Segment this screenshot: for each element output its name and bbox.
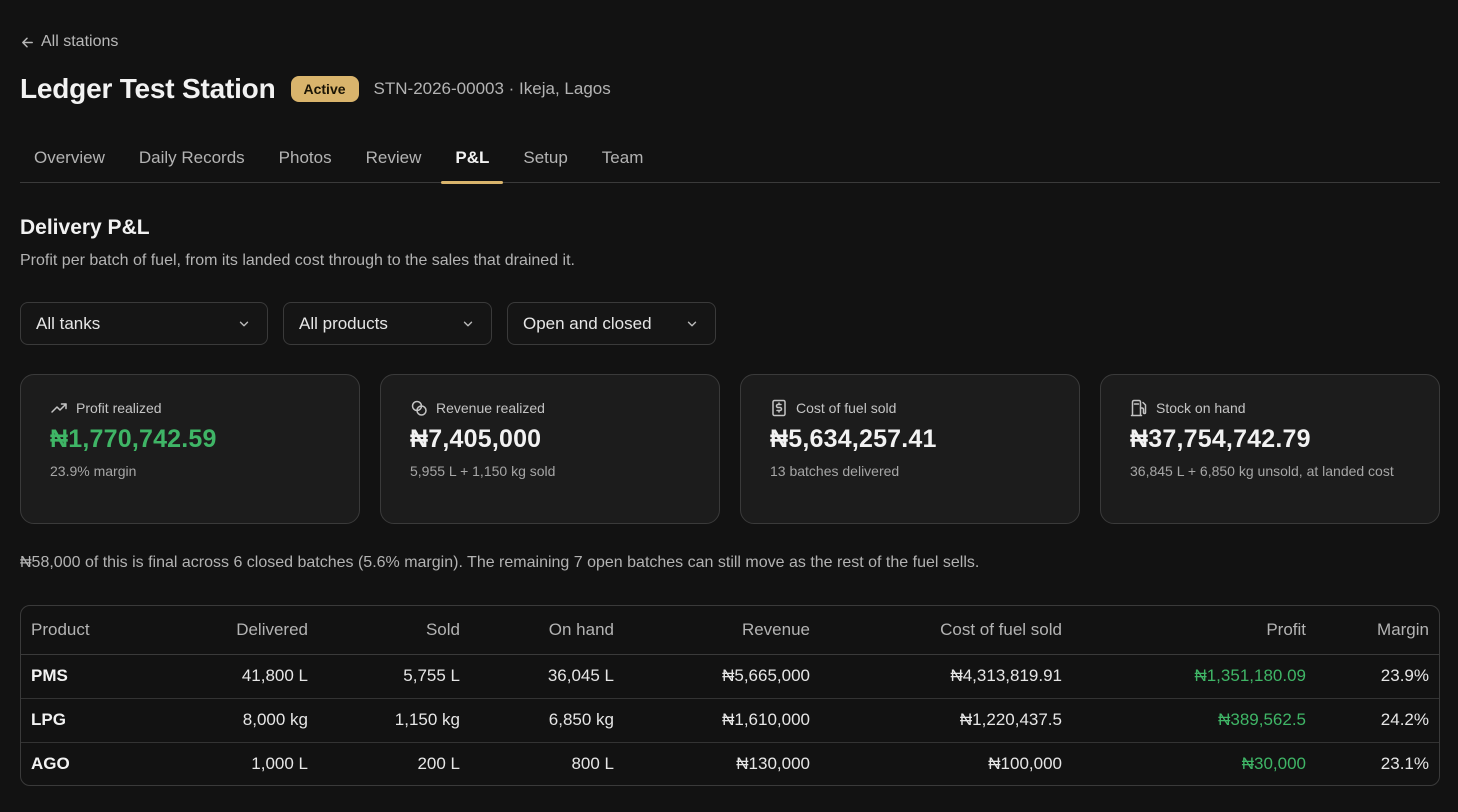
sold-cell: 200 L	[417, 754, 460, 774]
section-title: Delivery P&L	[20, 216, 150, 239]
card-label: Stock on hand	[1156, 400, 1246, 416]
back-link-label: All stations	[41, 33, 119, 50]
tab-photos[interactable]: Photos	[265, 134, 346, 183]
tab-review[interactable]: Review	[352, 134, 436, 183]
sold-cell: 1,150 kg	[318, 698, 470, 743]
tab-team[interactable]: Team	[588, 134, 658, 183]
tab-setup[interactable]: Setup	[509, 134, 581, 183]
stock-on-hand-card: Stock on hand ₦37,754,742.79 36,845 L + …	[1100, 374, 1440, 524]
batch-status-filter-value: Open and closed	[523, 313, 652, 333]
batch-status-filter-select[interactable]: Open and closed	[507, 302, 716, 345]
summary-cards: Profit realized ₦1,770,742.59 23.9% marg…	[20, 374, 1440, 524]
delivered-cell: 1,000 L	[251, 754, 308, 774]
product-filter-select[interactable]: All products	[283, 302, 492, 345]
card-value: ₦37,754,742.79	[1130, 425, 1311, 453]
section-description: Profit per batch of fuel, from its lande…	[20, 252, 575, 269]
margin-cell: 23.1%	[1380, 754, 1429, 774]
cost-of-fuel-sold-card: Cost of fuel sold ₦5,634,257.41 13 batch…	[740, 374, 1080, 524]
arrow-left-icon	[22, 37, 33, 47]
cost-cell: ₦4,313,819.91	[820, 654, 1072, 699]
profit-cell: ₦1,351,180.09	[1072, 654, 1316, 699]
card-subtext: 36,845 L + 6,850 kg unsold, at landed co…	[1130, 463, 1394, 479]
coins-icon	[411, 400, 427, 416]
product-cell: PMS	[21, 654, 141, 699]
product-pnl-table: Product Delivered Sold On hand Revenue C…	[20, 605, 1440, 786]
station-header: Ledger Test Station Active STN-2026-0000…	[20, 70, 611, 108]
card-label: Cost of fuel sold	[796, 400, 897, 416]
revenue-realized-card: Revenue realized ₦7,405,000 5,955 L + 1,…	[380, 374, 720, 524]
revenue-cell: ₦130,000	[736, 754, 810, 774]
column-header[interactable]: Product	[21, 606, 141, 655]
tab-bar: Overview Daily Records Photos Review P&L…	[20, 134, 1440, 184]
page-title: Ledger Test Station	[20, 73, 276, 104]
column-header[interactable]: Delivered	[141, 606, 318, 655]
margin-cell: 23.9%	[1316, 654, 1439, 699]
column-header[interactable]: On hand	[470, 606, 624, 655]
receipt-icon	[772, 399, 786, 417]
card-label: Profit realized	[76, 400, 162, 416]
card-label: Revenue realized	[436, 400, 545, 416]
fuel-pump-icon	[1130, 399, 1147, 417]
trending-up-icon	[51, 403, 67, 413]
table-row[interactable]: AGO 1,000 L 200 L 800 L ₦130,000 ₦100,00…	[21, 742, 1439, 785]
card-subtext: 5,955 L + 1,150 kg sold	[410, 463, 556, 479]
filter-bar: All tanks All products Open and closed	[20, 302, 716, 345]
chevron-down-icon	[463, 321, 473, 326]
card-value: ₦7,405,000	[410, 425, 542, 453]
on-hand-cell: 6,850 kg	[470, 698, 624, 743]
tank-filter-select[interactable]: All tanks	[20, 302, 268, 345]
station-meta: STN-2026-00003 · Ikeja, Lagos	[373, 79, 611, 98]
chevron-down-icon	[687, 321, 697, 326]
revenue-cell: ₦1,610,000	[624, 698, 820, 743]
card-value: ₦5,634,257.41	[770, 425, 937, 453]
column-header[interactable]: Cost of fuel sold	[820, 606, 1072, 655]
column-header[interactable]: Revenue	[624, 606, 820, 655]
delivered-cell: 41,800 L	[141, 654, 318, 699]
profit-cell: ₦389,562.5	[1072, 698, 1316, 743]
table-row[interactable]: LPG 8,000 kg 1,150 kg 6,850 kg ₦1,610,00…	[21, 698, 1439, 743]
on-hand-cell: 800 L	[571, 754, 614, 774]
tab-daily-records[interactable]: Daily Records	[125, 134, 259, 183]
card-subtext: 13 batches delivered	[770, 463, 900, 479]
tab-overview[interactable]: Overview	[20, 134, 119, 183]
profit-realized-card: Profit realized ₦1,770,742.59 23.9% marg…	[20, 374, 360, 524]
profit-cell: ₦30,000	[1241, 754, 1306, 774]
cost-cell: ₦100,000	[988, 754, 1062, 774]
cost-cell: ₦1,220,437.5	[820, 698, 1072, 743]
product-cell: AGO	[31, 754, 70, 774]
revenue-cell: ₦5,665,000	[624, 654, 820, 699]
table-header-row: Product Delivered Sold On hand Revenue C…	[21, 606, 1439, 655]
closed-batches-note: ₦58,000 of this is final across 6 closed…	[20, 554, 980, 571]
column-header[interactable]: Sold	[318, 606, 470, 655]
card-subtext: 23.9% margin	[50, 463, 137, 479]
product-cell: LPG	[21, 698, 141, 743]
tab-pnl[interactable]: P&L	[441, 134, 504, 184]
delivered-cell: 8,000 kg	[141, 698, 318, 743]
status-badge: Active	[290, 76, 359, 102]
column-header[interactable]: Profit	[1072, 606, 1316, 655]
card-value: ₦1,770,742.59	[50, 425, 217, 453]
column-header[interactable]: Margin	[1316, 606, 1439, 655]
table-row[interactable]: PMS 41,800 L 5,755 L 36,045 L ₦5,665,000…	[21, 654, 1439, 699]
margin-cell: 24.2%	[1316, 698, 1439, 743]
on-hand-cell: 36,045 L	[470, 654, 624, 699]
tank-filter-value: All tanks	[36, 313, 101, 333]
sold-cell: 5,755 L	[318, 654, 470, 699]
product-filter-value: All products	[299, 313, 388, 333]
chevron-down-icon	[239, 321, 249, 326]
back-to-all-stations-link[interactable]: All stations	[20, 33, 118, 51]
